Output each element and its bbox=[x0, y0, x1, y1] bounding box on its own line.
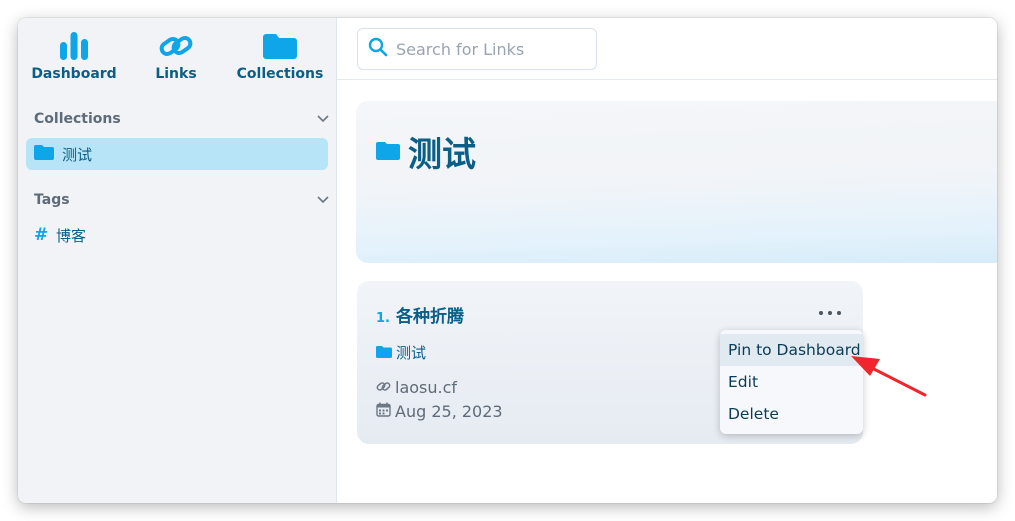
search-box[interactable] bbox=[357, 28, 597, 70]
link-index: 1. bbox=[376, 311, 390, 326]
hashtag-icon: # bbox=[34, 225, 49, 245]
collection-header: 测试 bbox=[356, 101, 997, 263]
folder-icon bbox=[376, 140, 400, 164]
app-window: Dashboard Links Collections Collections … bbox=[18, 18, 997, 503]
link-title-text: 各种折腾 bbox=[395, 307, 464, 327]
nav-links-label: Links bbox=[155, 66, 197, 82]
link-collection[interactable]: 测试 bbox=[376, 342, 426, 363]
link-card[interactable]: 1. 各种折腾 测试 laosu.cf Aug 25, 2023 Pin to … bbox=[357, 281, 863, 444]
menu-item-edit[interactable]: Edit bbox=[720, 366, 863, 398]
chevron-down-icon bbox=[316, 193, 330, 207]
calendar-icon bbox=[376, 402, 391, 421]
link-date: Aug 25, 2023 bbox=[376, 402, 503, 421]
collections-section-title: Collections bbox=[34, 111, 121, 127]
nav-collections[interactable]: Collections bbox=[237, 28, 323, 82]
tags-section-header[interactable]: Tags bbox=[34, 190, 330, 210]
sidebar-item-collection[interactable]: 测试 bbox=[26, 138, 328, 170]
nav-collections-label: Collections bbox=[236, 66, 324, 82]
sidebar-item-tag[interactable]: # 博客 bbox=[34, 223, 86, 247]
top-nav: Dashboard Links Collections bbox=[18, 28, 337, 92]
link-url: laosu.cf bbox=[376, 378, 457, 397]
folder-icon bbox=[34, 144, 54, 164]
nav-dashboard[interactable]: Dashboard bbox=[31, 28, 117, 82]
more-dot bbox=[819, 311, 823, 315]
link-date-text: Aug 25, 2023 bbox=[395, 402, 503, 421]
top-bar bbox=[337, 18, 997, 80]
sidebar: Dashboard Links Collections Collections … bbox=[18, 18, 337, 503]
menu-item-delete[interactable]: Delete bbox=[720, 398, 863, 430]
link-icon bbox=[376, 378, 391, 397]
options-menu: Pin to Dashboard Edit Delete bbox=[720, 330, 863, 434]
search-input[interactable] bbox=[396, 39, 586, 59]
more-options-button[interactable] bbox=[819, 303, 841, 323]
folder-icon bbox=[376, 343, 392, 362]
tags-section-title: Tags bbox=[34, 192, 70, 208]
collections-section-header[interactable]: Collections bbox=[34, 109, 330, 129]
nav-links[interactable]: Links bbox=[143, 28, 209, 82]
link-url-text: laosu.cf bbox=[395, 378, 458, 397]
page-title-text: 测试 bbox=[408, 135, 476, 175]
link-icon bbox=[159, 28, 193, 60]
nav-dashboard-label: Dashboard bbox=[31, 66, 117, 82]
more-dot bbox=[837, 311, 841, 315]
link-title[interactable]: 1. 各种折腾 bbox=[376, 302, 464, 327]
page-title: 测试 bbox=[376, 127, 476, 176]
more-dot bbox=[828, 311, 832, 315]
link-collection-label: 测试 bbox=[396, 344, 427, 362]
chevron-down-icon bbox=[316, 112, 330, 126]
bar-chart-icon bbox=[59, 28, 89, 60]
sidebar-item-collection-label: 测试 bbox=[62, 145, 93, 164]
main-content: 测试 1. 各种折腾 测试 bbox=[337, 18, 997, 503]
sidebar-item-tag-label: 博客 bbox=[56, 226, 87, 245]
folder-icon bbox=[263, 28, 297, 60]
search-icon bbox=[368, 37, 388, 61]
menu-item-pin-to-dashboard[interactable]: Pin to Dashboard bbox=[720, 334, 863, 366]
